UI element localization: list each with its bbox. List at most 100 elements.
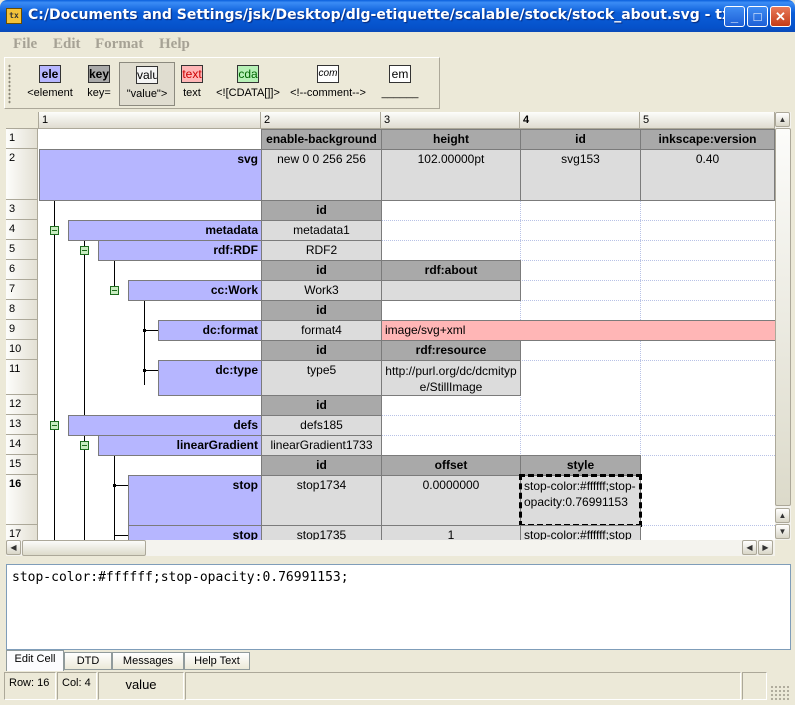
row-header-9[interactable]: 9 [6,320,38,340]
attr-value-cell[interactable]: Work3 [261,280,382,301]
attr-value-cell[interactable]: 1 [381,525,521,540]
text-cell[interactable]: image/svg+xml [381,320,775,341]
attr-value-cell[interactable]: type5 [261,360,382,396]
vertical-scroll-thumb[interactable] [775,128,791,506]
row-header-12[interactable]: 12 [6,395,38,415]
attr-key-cell[interactable]: rdf:resource [381,340,521,361]
attr-key-cell[interactable]: inkscape:version [640,129,775,150]
row-header-8[interactable]: 8 [6,300,38,320]
element-cell[interactable]: dc:format [158,320,262,341]
row-header-4[interactable]: 4 [6,220,38,240]
attr-key-cell[interactable]: id [261,300,382,321]
tab-help-text[interactable]: Help Text [184,652,250,670]
tool-text[interactable]: text text [177,62,207,106]
row-header-2[interactable]: 2 [6,149,38,200]
attr-value-cell[interactable]: http://purl.org/dc/dcmitype/StillImage [381,360,521,396]
tool-cdata[interactable]: cda <![CDATA[]]> [213,62,283,106]
attr-key-cell[interactable]: rdf:about [381,260,521,281]
attr-value-cell[interactable] [381,280,521,301]
scroll-left-icon[interactable]: ◀ [742,540,757,555]
menu-format[interactable]: Format [95,36,143,53]
attr-value-cell[interactable]: new 0 0 256 256 [261,149,382,201]
attr-value-cell[interactable]: linearGradient1733 [261,435,382,456]
attr-key-cell[interactable]: id [261,395,382,416]
attr-key-cell[interactable]: id [261,200,382,221]
collapse-toggle-icon[interactable] [50,226,59,235]
row-header-10[interactable]: 10 [6,340,38,360]
menu-help[interactable]: Help [159,36,190,53]
col-header-3[interactable]: 3 [381,112,520,129]
attr-key-cell[interactable]: id [261,260,382,281]
menu-file[interactable]: File [13,36,37,53]
tool-empty[interactable]: em ______ [379,62,421,106]
xml-grid[interactable]: 1 2 3 4 5 1 2 3 4 5 6 7 8 9 10 11 12 13 … [6,112,775,540]
edit-cell-textarea[interactable]: stop-color:#ffffff;stop-opacity:0.769911… [6,564,791,650]
element-cell[interactable]: linearGradient [98,435,262,456]
scroll-right-icon[interactable]: ▶ [758,540,773,555]
attr-value-cell[interactable]: metadata1 [261,220,382,241]
tab-dtd[interactable]: DTD [64,652,112,670]
row-header-5[interactable]: 5 [6,240,38,260]
attr-key-cell[interactable]: enable-background [261,129,382,150]
attr-value-cell[interactable]: stop-color:#ffffff;stop [520,525,641,540]
row-header-13[interactable]: 13 [6,415,38,435]
collapse-toggle-icon[interactable] [80,246,89,255]
element-cell[interactable]: cc:Work [128,280,262,301]
element-cell[interactable]: svg [39,149,262,201]
maximize-button[interactable]: □ [747,6,768,27]
scroll-down-icon[interactable]: ▼ [775,524,790,539]
col-header-4[interactable]: 4 [520,112,640,129]
scroll-up-icon[interactable]: ▲ [775,112,790,127]
toolbar-grip[interactable] [8,64,11,104]
row-header-1[interactable]: 1 [6,129,38,149]
tool-key[interactable]: key key= [81,62,117,106]
col-header-1[interactable]: 1 [39,112,261,129]
attr-key-cell[interactable]: style [520,455,641,476]
tool-value[interactable]: valu "value"> [119,62,175,106]
scroll-left-icon[interactable]: ◀ [6,540,21,555]
element-cell[interactable]: metadata [68,220,262,241]
attr-key-cell[interactable]: id [520,129,641,150]
grid-cell[interactable] [39,129,262,150]
row-header-7[interactable]: 7 [6,280,38,300]
row-header-3[interactable]: 3 [6,200,38,220]
row-header-11[interactable]: 11 [6,360,38,395]
attr-key-cell[interactable]: id [261,455,382,476]
attr-key-cell[interactable]: id [261,340,382,361]
attr-value-cell[interactable]: defs185 [261,415,382,436]
grid-corner[interactable] [6,112,39,129]
vertical-scrollbar[interactable]: ▲ ▲ ▼ [775,112,791,540]
col-header-5[interactable]: 5 [640,112,775,129]
collapse-toggle-icon[interactable] [50,421,59,430]
element-cell[interactable]: stop [128,525,262,540]
attr-value-cell[interactable]: stop1735 [261,525,382,540]
element-cell[interactable]: defs [68,415,262,436]
row-header-17[interactable]: 17 [6,525,38,540]
close-button[interactable]: ✕ [770,6,791,27]
collapse-toggle-icon[interactable] [110,286,119,295]
attr-value-cell[interactable]: svg153 [520,149,641,201]
attr-key-cell[interactable]: offset [381,455,521,476]
col-header-2[interactable]: 2 [261,112,381,129]
row-header-16[interactable]: 16 [6,475,38,525]
collapse-toggle-icon[interactable] [80,441,89,450]
tool-element[interactable]: ele <element [25,62,75,106]
attr-value-cell[interactable]: 0.40 [640,149,775,201]
row-header-6[interactable]: 6 [6,260,38,280]
tab-edit-cell[interactable]: Edit Cell [6,650,64,671]
row-header-14[interactable]: 14 [6,435,38,455]
pane-splitter[interactable] [0,557,795,563]
element-cell[interactable]: rdf:RDF [98,240,262,261]
element-cell[interactable]: dc:type [158,360,262,396]
resize-grip-icon[interactable] [770,685,790,701]
attr-value-cell[interactable]: stop1734 [261,475,382,526]
menu-edit[interactable]: Edit [53,36,81,53]
tab-messages[interactable]: Messages [112,652,184,670]
attr-key-cell[interactable]: height [381,129,521,150]
attr-value-cell[interactable]: 0.0000000 [381,475,521,526]
horizontal-scroll-thumb[interactable] [22,540,146,556]
tool-comment[interactable]: com <!--comment--> [287,62,369,106]
attr-value-cell[interactable]: format4 [261,320,382,341]
attr-value-cell[interactable]: 102.00000pt [381,149,521,201]
element-cell[interactable]: stop [128,475,262,526]
